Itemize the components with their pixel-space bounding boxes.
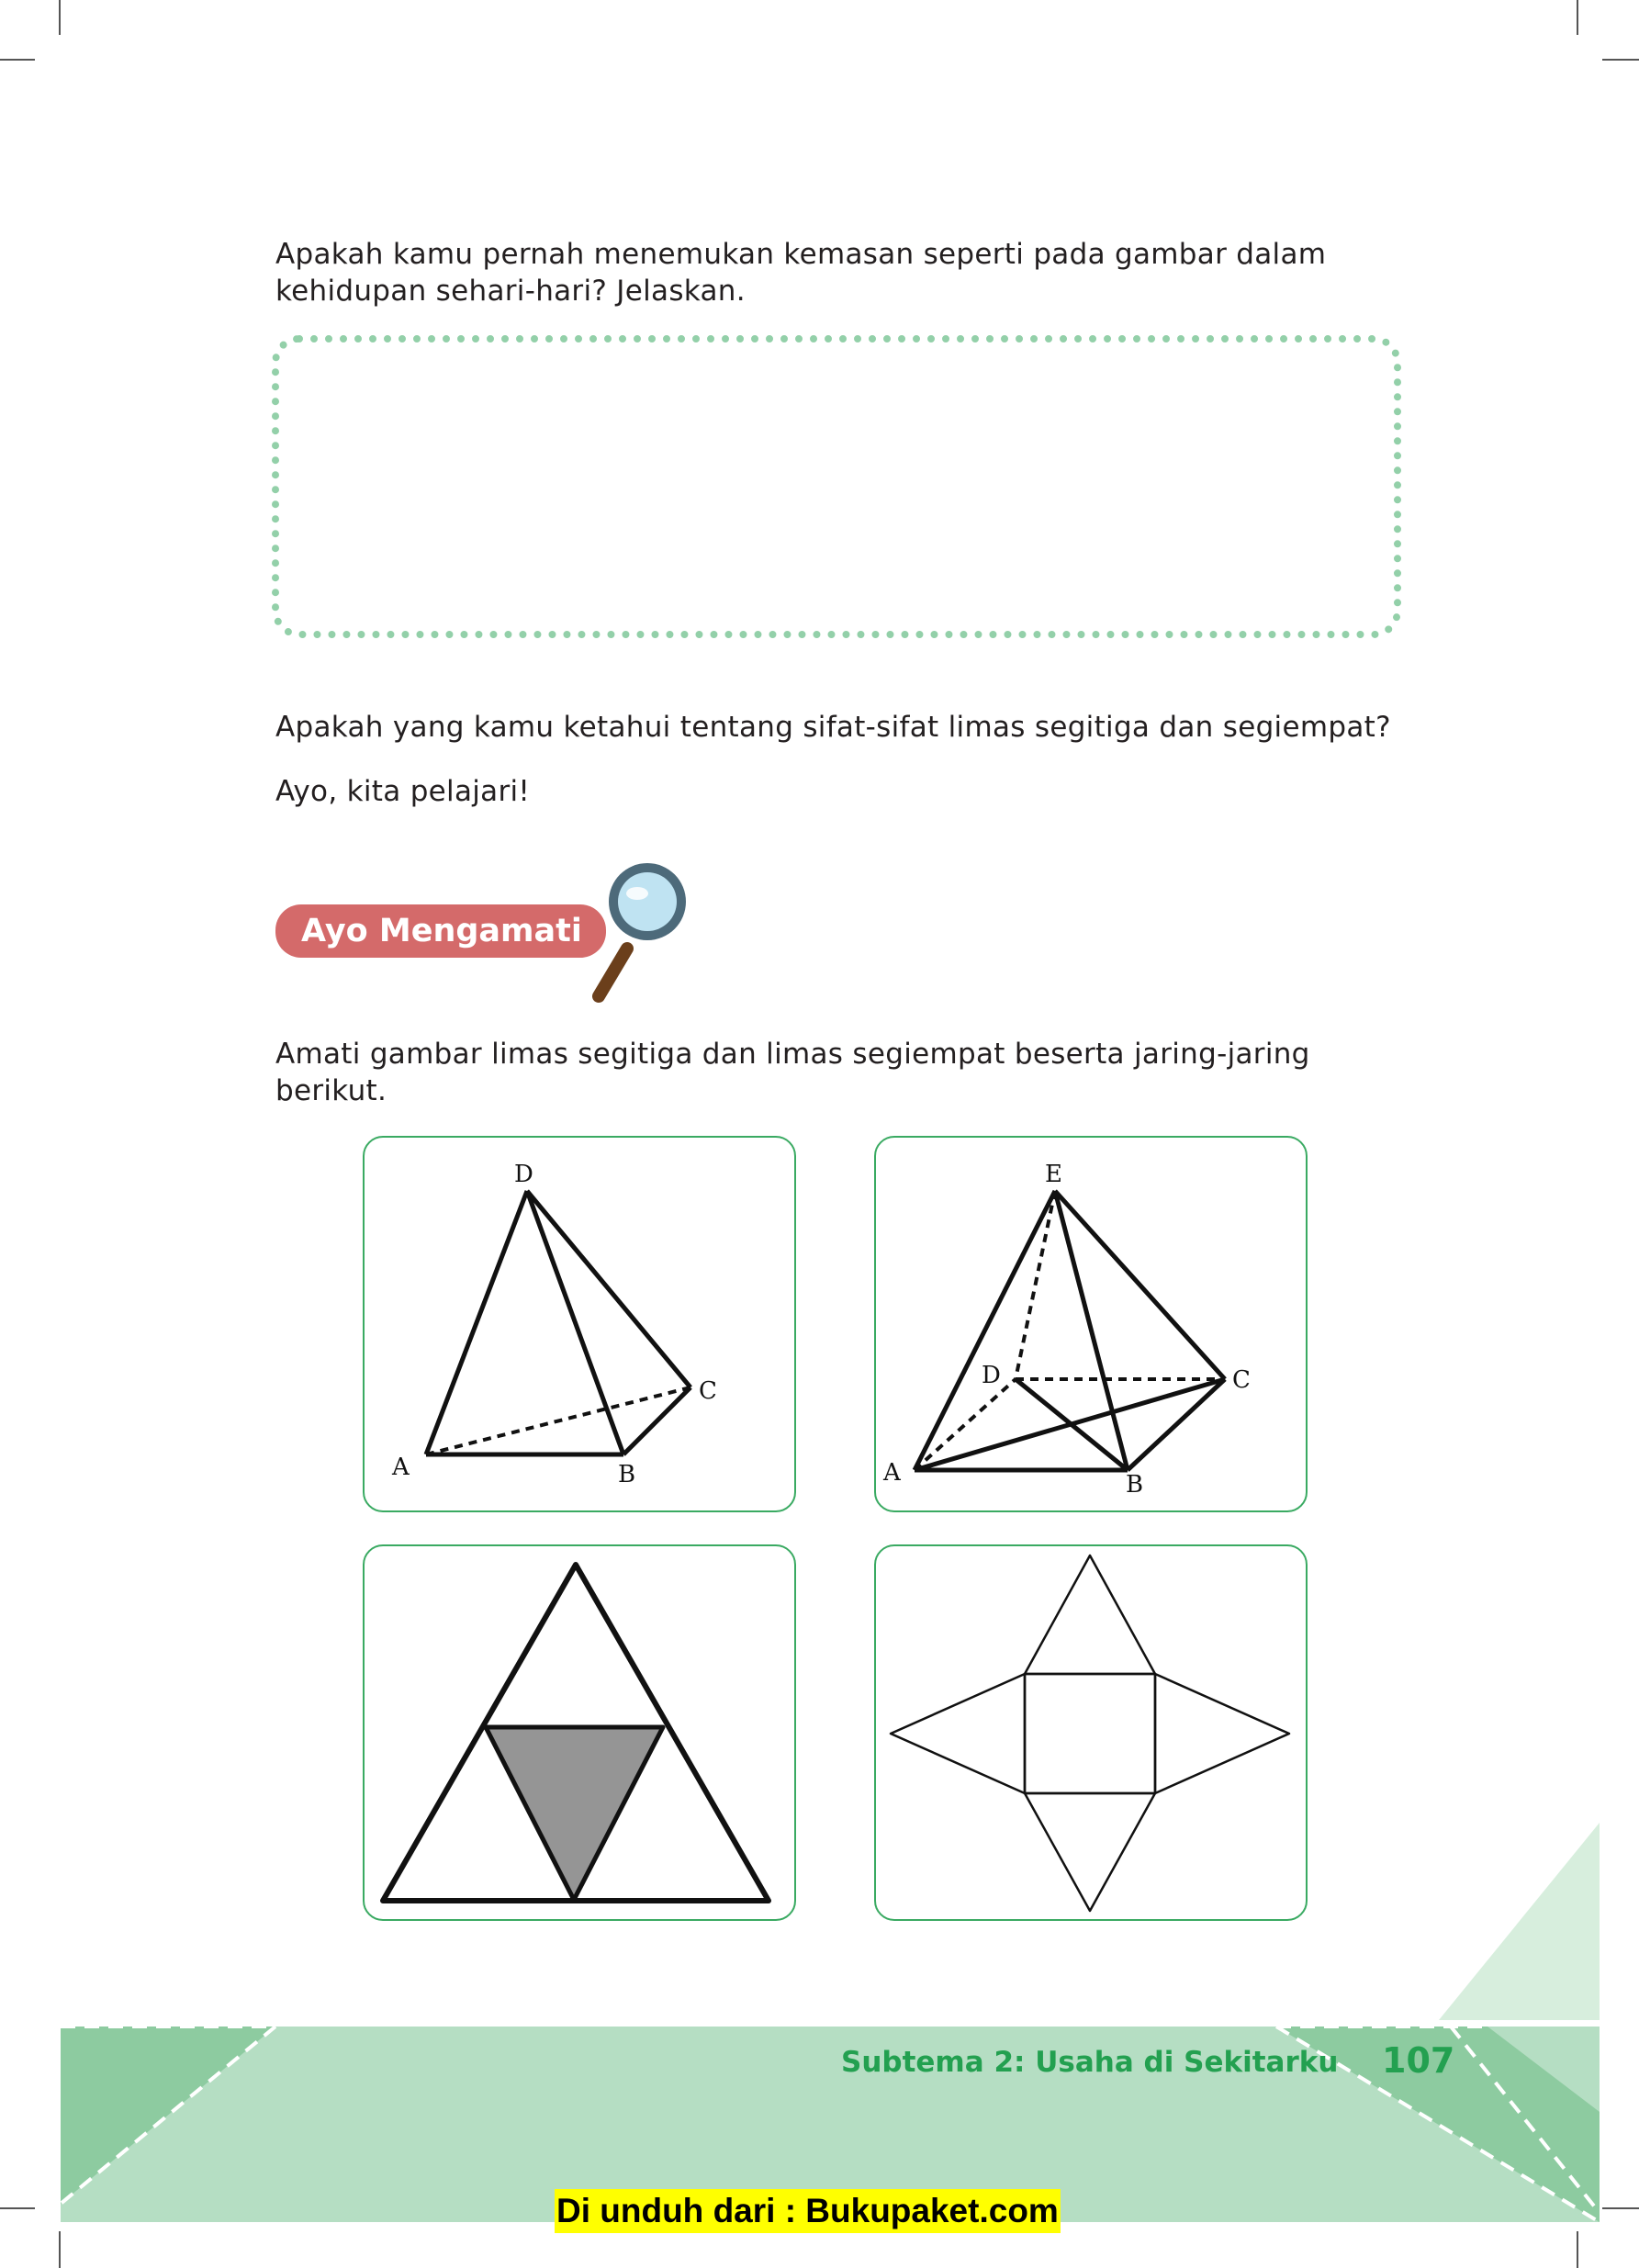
page-number: 107	[1382, 2040, 1455, 2081]
footer-decoration	[59, 1823, 1601, 2224]
subtheme-title: Subtema 2: Usaha di Sekitarku	[841, 2046, 1339, 2079]
download-notice[interactable]: Di unduh dari : Bukupaket.com	[555, 2189, 1061, 2233]
